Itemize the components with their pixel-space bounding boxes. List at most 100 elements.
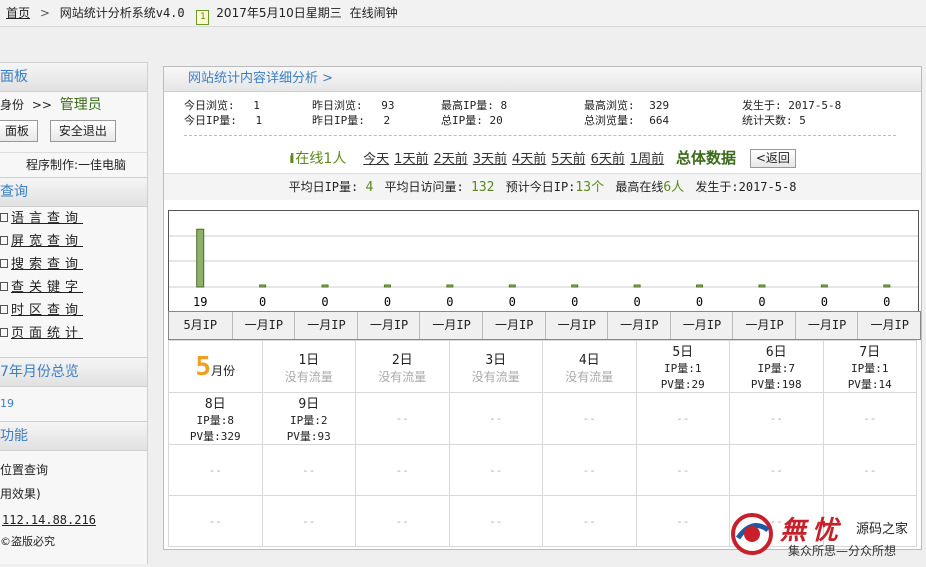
day-link[interactable]: 2天前 xyxy=(433,152,467,167)
day-ip: IP量:8 xyxy=(196,414,235,427)
empty-dash: -- xyxy=(582,514,596,528)
total-ip: 20 xyxy=(489,114,503,127)
calendar-day-cell[interactable]: 1日 没有流量 xyxy=(261,340,356,393)
day-ip: IP量:7 xyxy=(757,362,796,375)
panel-title[interactable]: 网站统计内容详细分析 > xyxy=(164,67,921,92)
empty-dash: -- xyxy=(676,463,690,477)
calendar-empty-cell: -- xyxy=(542,444,637,496)
bar-value-label: 0 xyxy=(821,295,828,309)
day-status: 没有流量 xyxy=(284,369,333,384)
ip-category-label[interactable]: 一月IP xyxy=(607,312,671,339)
month-label-cell: 5月份 xyxy=(168,340,263,393)
func-item-location[interactable]: 位置查询 xyxy=(0,457,147,483)
calendar-row: 5月份 1日 没有流量 2日 没有流量 3日 没有流量 4日 没有流量 5日 IP量:1 PV量:29… xyxy=(168,340,917,393)
checkbox-icon xyxy=(0,236,8,245)
calendar-empty-cell: -- xyxy=(448,495,543,547)
calendar-day-cell[interactable]: 2日 没有流量 xyxy=(355,340,450,393)
ip-category-label[interactable]: 一月IP xyxy=(732,312,796,339)
yest-ip-label: 昨日IP量: xyxy=(312,114,365,127)
calendar-empty-cell: -- xyxy=(729,444,824,496)
day-link[interactable]: 6天前 xyxy=(591,152,625,167)
watermark-site: 源码之家 xyxy=(856,522,909,537)
calendar-day-cell[interactable]: 7日 IP量:1 PV量:14 xyxy=(822,340,917,393)
alarm-link[interactable]: 在线闹钟 xyxy=(350,6,398,20)
max-online-label: 最高在线 xyxy=(615,180,664,194)
sidebar-query-head: 查询 xyxy=(0,177,147,207)
max-ip: 8 xyxy=(500,99,508,112)
logout-button[interactable]: 安全退出 xyxy=(49,120,116,142)
ip-category-label[interactable]: 一月IP xyxy=(544,312,609,339)
total-data-tab[interactable]: 总体数据 xyxy=(676,149,736,167)
ip-category-label[interactable]: 一月IP xyxy=(857,312,921,339)
calendar-row: -- -- -- -- -- -- -- -- xyxy=(168,444,917,496)
total-pv: 664 xyxy=(649,114,670,127)
query-menu-link[interactable]: 页面统计 xyxy=(11,326,83,341)
day-number: 9日 xyxy=(298,397,320,412)
calendar-day-cell[interactable]: 9日 IP量:2 PV量:93 xyxy=(261,392,356,445)
ip-link[interactable]: 112.14.88.216 xyxy=(2,513,96,527)
calendar-empty-cell: -- xyxy=(355,495,450,547)
bar xyxy=(321,284,329,288)
empty-dash: -- xyxy=(863,412,877,425)
predict-value: 13个 xyxy=(575,180,605,195)
calendar-empty-cell: -- xyxy=(729,392,824,445)
ip-category-label[interactable]: 一月IP xyxy=(669,312,734,339)
day-link[interactable]: 3天前 xyxy=(473,152,507,167)
day-pv: PV量:329 xyxy=(189,430,241,443)
checkbox-icon xyxy=(0,259,8,268)
day-link[interactable]: 5天前 xyxy=(551,152,585,167)
ip-category-label[interactable]: 一月IP xyxy=(419,312,483,339)
ip-category-label[interactable]: 一月IP xyxy=(356,312,421,339)
piracy-text: 盗版必究 xyxy=(11,535,55,548)
query-menu-item[interactable]: 时区查询 xyxy=(0,299,147,322)
query-menu-link[interactable]: 屏宽查询 xyxy=(11,234,83,249)
func-item-effect[interactable]: 用效果) xyxy=(0,483,147,505)
back-button[interactable]: <返回 xyxy=(749,149,796,168)
day-ip: IP量:2 xyxy=(290,414,328,427)
calendar-day-cell[interactable]: 3日 没有流量 xyxy=(448,340,543,393)
empty-dash: -- xyxy=(395,514,409,528)
yest-ip: 2 xyxy=(383,114,391,127)
today-ip: 1 xyxy=(255,114,263,127)
panel-button[interactable]: 面板 xyxy=(0,120,39,142)
day-pv: PV量:93 xyxy=(286,430,331,443)
calendar-day-cell[interactable]: 6日 IP量:7 PV量:198 xyxy=(729,340,824,393)
day-pv: PV量:14 xyxy=(847,378,892,391)
day-link[interactable]: 1周前 xyxy=(630,152,664,167)
bar xyxy=(446,284,454,288)
calendar-day-cell[interactable]: 5日 IP量:1 PV量:29 xyxy=(635,340,730,393)
day-link[interactable]: 1天前 xyxy=(394,152,428,167)
calendar-empty-cell: -- xyxy=(448,392,543,445)
day-number: 6日 xyxy=(765,345,787,360)
query-menu-item[interactable]: 页面统计 xyxy=(0,322,147,345)
ip-category-label[interactable]: 5月IP xyxy=(169,312,232,339)
query-menu-link[interactable]: 查关键字 xyxy=(11,280,83,295)
piracy-note: ©盗版必究 xyxy=(0,535,147,549)
query-menu-item[interactable]: 搜索查询 xyxy=(0,253,147,276)
query-menu-link[interactable]: 时区查询 xyxy=(11,303,83,318)
day-link[interactable]: 4天前 xyxy=(512,152,546,167)
ip-category-label[interactable]: 一月IP xyxy=(231,312,296,339)
ip-category-label[interactable]: 一月IP xyxy=(294,312,358,339)
calendar-day-cell[interactable]: 8日 IP量:8 PV量:329 xyxy=(168,392,263,445)
query-menu-item[interactable]: 语言查询 xyxy=(0,207,147,230)
identity-line: 身份 >> 管理员 xyxy=(0,94,147,116)
ip-category-label[interactable]: 一月IP xyxy=(794,312,859,339)
month-value[interactable]: 19 xyxy=(0,387,147,421)
query-menu-link[interactable]: 搜索查询 xyxy=(11,257,83,272)
day-link[interactable]: 今天 xyxy=(363,152,389,167)
empty-dash: -- xyxy=(489,412,503,425)
empty-dash: -- xyxy=(395,412,409,425)
avg-ip-label: 平均日IP量: xyxy=(288,180,359,194)
calendar-day-cell[interactable]: 4日 没有流量 xyxy=(542,340,637,393)
home-link[interactable]: 首页 xyxy=(6,6,30,20)
occur-label: 发生于: xyxy=(742,99,782,112)
system-title: 网站统计分析系统v4.0 xyxy=(59,6,185,20)
day-number: 8日 xyxy=(204,397,226,412)
avg-occur-label: 发生于: xyxy=(695,180,739,194)
query-menu-item[interactable]: 查关键字 xyxy=(0,276,147,299)
ip-category-label[interactable]: 一月IP xyxy=(481,312,546,339)
calendar-empty-cell: -- xyxy=(168,444,263,496)
query-menu-link[interactable]: 语言查询 xyxy=(11,211,83,226)
query-menu-item[interactable]: 屏宽查询 xyxy=(0,230,147,253)
